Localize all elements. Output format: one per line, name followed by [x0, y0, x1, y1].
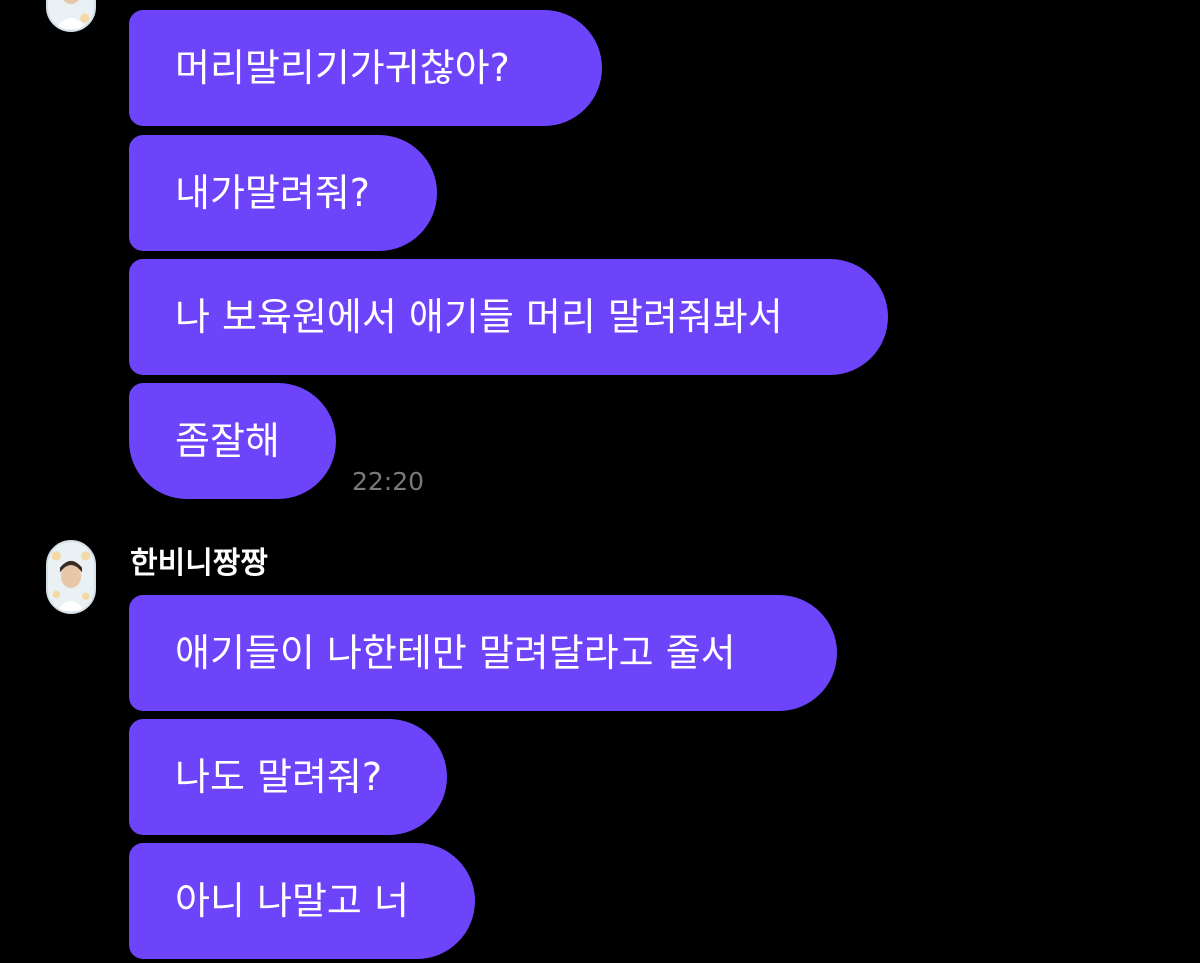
sender-avatar-icon[interactable]: [46, 0, 96, 32]
chat-window: 머리말리기가귀찮아? 내가말려줘? 나 보육원에서 애기들 머리 말려줘봐서 좀…: [0, 0, 1200, 963]
message-text: 내가말려줘?: [175, 171, 370, 215]
profile-photo-icon: [48, 542, 94, 612]
sender-avatar-icon[interactable]: [46, 540, 96, 614]
message-bubble[interactable]: 나 보육원에서 애기들 머리 말려줘봐서: [129, 259, 888, 375]
message-text: 머리말리기가귀찮아?: [175, 46, 510, 90]
message-bubble[interactable]: 내가말려줘?: [129, 135, 437, 251]
sender-name[interactable]: 한비니짱짱: [130, 544, 268, 584]
message-text: 아니 나말고 너: [175, 879, 409, 923]
message-text: 나 보육원에서 애기들 머리 말려줘봐서: [175, 295, 783, 339]
message-bubble[interactable]: 애기들이 나한테만 말려달라고 줄서: [129, 595, 837, 711]
message-bubble[interactable]: 머리말리기가귀찮아?: [129, 10, 602, 126]
message-bubble[interactable]: 나도 말려줘?: [129, 719, 447, 835]
message-text: 애기들이 나한테만 말려달라고 줄서: [175, 631, 736, 675]
message-timestamp: 22:20: [352, 467, 425, 496]
profile-photo-icon: [48, 0, 94, 30]
message-bubble[interactable]: 아니 나말고 너: [129, 843, 475, 959]
message-text: 좀잘해: [175, 419, 280, 463]
message-bubble[interactable]: 좀잘해: [129, 383, 336, 499]
message-text: 나도 말려줘?: [175, 755, 383, 799]
